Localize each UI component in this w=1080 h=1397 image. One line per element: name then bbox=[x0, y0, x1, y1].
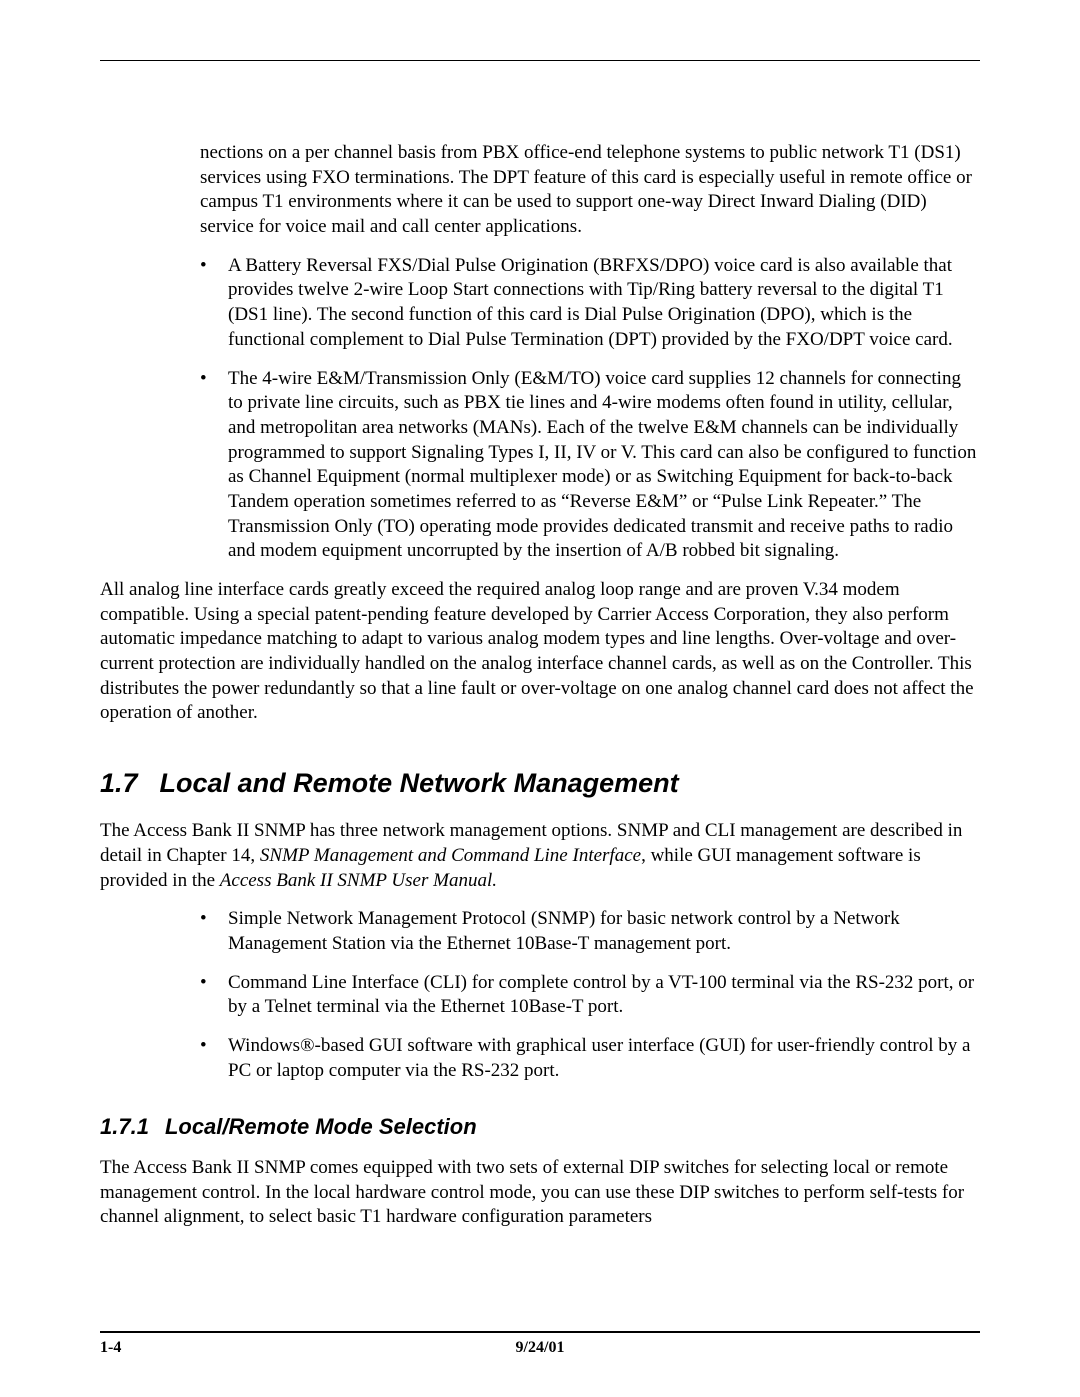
italic-reference: Access Bank II SNMP User Manual. bbox=[220, 870, 497, 891]
heading-1-7-1: 1.7.1 Local/Remote Mode Selection bbox=[100, 1113, 980, 1142]
page-content: nections on a per channel basis from PBX… bbox=[100, 141, 980, 1230]
footer-row: 1-4 9/24/01 bbox=[100, 1339, 980, 1357]
summary-paragraph: All analog line interface cards greatly … bbox=[100, 578, 980, 726]
heading-number: 1.7.1 bbox=[100, 1113, 149, 1142]
heading-title: Local/Remote Mode Selection bbox=[165, 1114, 477, 1139]
list-item: Command Line Interface (CLI) for complet… bbox=[200, 971, 980, 1020]
section-1-7-intro: The Access Bank II SNMP has three networ… bbox=[100, 819, 980, 893]
footer-date: 9/24/01 bbox=[516, 1339, 565, 1357]
section-1-7-bullets-block: Simple Network Management Protocol (SNMP… bbox=[200, 907, 980, 1083]
heading-title: Local and Remote Network Management bbox=[160, 768, 679, 798]
page-number: 1-4 bbox=[100, 1339, 121, 1357]
continuation-paragraph: nections on a per channel basis from PBX… bbox=[200, 141, 980, 240]
italic-reference: SNMP Management and Command Line Interfa… bbox=[260, 845, 641, 866]
list-item: A Battery Reversal FXS/Dial Pulse Origin… bbox=[200, 254, 980, 353]
list-item: Windows®-based GUI software with graphic… bbox=[200, 1034, 980, 1083]
voice-card-bullets: A Battery Reversal FXS/Dial Pulse Origin… bbox=[200, 254, 980, 564]
continued-section: nections on a per channel basis from PBX… bbox=[200, 141, 980, 564]
document-page: nections on a per channel basis from PBX… bbox=[0, 0, 1080, 1397]
section-1-7-1-paragraph: The Access Bank II SNMP comes equipped w… bbox=[100, 1156, 980, 1230]
heading-number: 1.7 bbox=[100, 766, 138, 801]
management-options-bullets: Simple Network Management Protocol (SNMP… bbox=[200, 907, 980, 1083]
header-rule bbox=[100, 60, 980, 61]
heading-1-7: 1.7 Local and Remote Network Management bbox=[100, 766, 980, 801]
list-item: Simple Network Management Protocol (SNMP… bbox=[200, 907, 980, 956]
list-item: The 4-wire E&M/Transmission Only (E&M/TO… bbox=[200, 367, 980, 565]
footer-rule bbox=[100, 1331, 980, 1333]
page-footer: 1-4 9/24/01 bbox=[100, 1331, 980, 1357]
